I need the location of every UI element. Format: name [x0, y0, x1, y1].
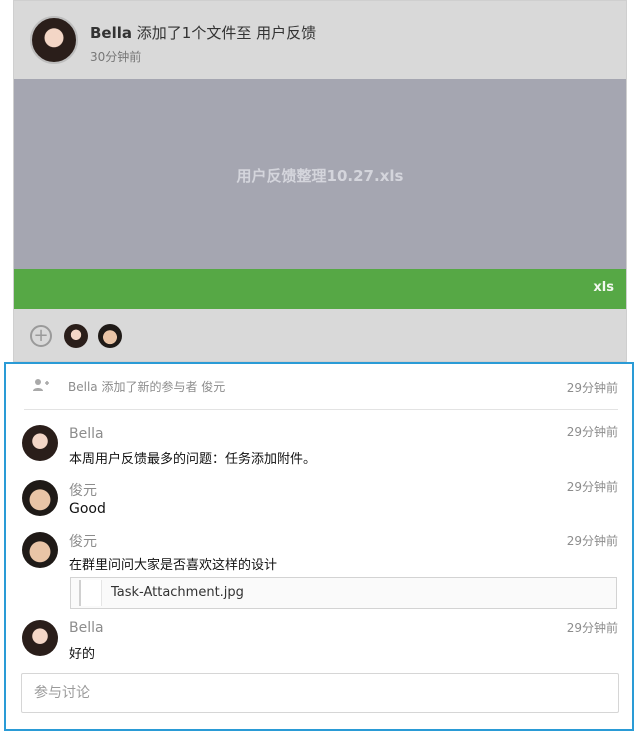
comment-text: 好的 — [69, 647, 96, 662]
discussion-input[interactable] — [21, 673, 619, 713]
avatar[interactable] — [22, 532, 58, 568]
activity-time: 30分钟前 — [90, 50, 142, 64]
file-preview[interactable]: 用户反馈整理10.27.xls — [14, 79, 626, 269]
avatar[interactable] — [98, 324, 122, 348]
attachment-name[interactable]: Task-Attachment.jpg — [111, 585, 244, 600]
comment-author[interactable]: Bella — [69, 426, 104, 442]
comment-author[interactable]: Bella — [69, 620, 104, 636]
comment-time: 29分钟前 — [566, 480, 618, 494]
avatar[interactable] — [64, 324, 88, 348]
comment-time: 29分钟前 — [566, 425, 618, 439]
activity-header: Bella 添加了1个文件至 用户反馈 30分钟前 — [14, 1, 626, 79]
comment-author[interactable]: 俊元 — [69, 531, 97, 551]
activity-text: Bella 添加了新的参与者 俊元 — [68, 380, 226, 394]
discussion-panel: Bella 添加了新的参与者 俊元 29分钟前 Bella 29分钟前 本周用户… — [4, 362, 634, 731]
add-user-icon — [32, 377, 50, 393]
avatar[interactable] — [30, 16, 78, 64]
file-preview-name: 用户反馈整理10.27.xls — [236, 167, 404, 185]
file-type-bar: xls — [14, 269, 626, 309]
attachment-item[interactable]: Task-Attachment.jpg — [70, 577, 617, 609]
plus-circle-icon[interactable]: + — [30, 325, 52, 347]
activity-action: 添加了1个文件至 用户反馈 — [136, 24, 317, 42]
comment-time: 29分钟前 — [566, 534, 618, 548]
participant-activity: Bella 添加了新的参与者 俊元 29分钟前 — [24, 364, 618, 410]
actor-name[interactable]: Bella — [90, 24, 132, 42]
comment-author[interactable]: 俊元 — [69, 480, 97, 500]
avatar[interactable] — [22, 620, 58, 656]
avatar[interactable] — [22, 480, 58, 516]
comment-text: Good — [69, 501, 106, 517]
comment-text: 本周用户反馈最多的问题：任务添加附件。 — [69, 452, 317, 467]
activity-time: 29分钟前 — [566, 381, 618, 395]
activity-card: Bella 添加了1个文件至 用户反馈 30分钟前 用户反馈整理10.27.xl… — [13, 0, 627, 362]
activity-title: Bella 添加了1个文件至 用户反馈 — [90, 22, 316, 43]
avatar[interactable] — [22, 425, 58, 461]
comment-time: 29分钟前 — [566, 621, 618, 635]
image-thumbnail — [79, 580, 102, 606]
file-type-label: xls — [593, 280, 614, 295]
comment-text: 在群里问问大家是否喜欢这样的设计 — [69, 558, 278, 573]
